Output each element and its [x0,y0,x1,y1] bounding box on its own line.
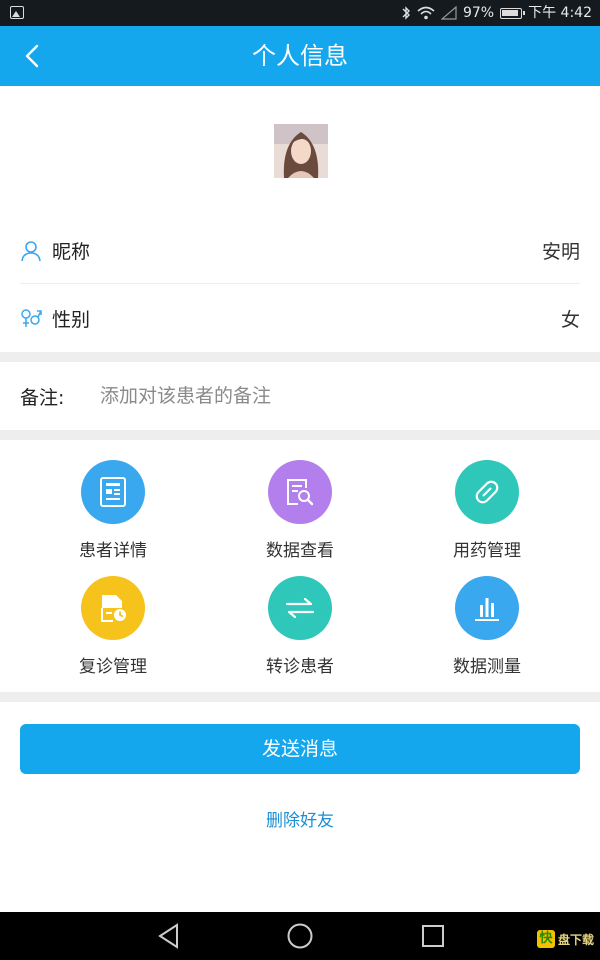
action-label: 患者详情 [79,541,147,561]
action-follow-up[interactable]: 复诊管理 [33,576,193,686]
pill-icon [475,480,499,504]
gender-icon [21,309,42,327]
nickname-row: 昵称 安明 [20,218,580,284]
gender-label: 性别 [52,308,91,331]
section-divider [0,352,600,362]
section-divider [0,692,600,702]
app-bar: 个人信息 [0,26,600,86]
watermark-badge: 快 [536,930,555,948]
gender-value: 女 [560,308,580,331]
document-icon [100,477,126,507]
section-divider [0,430,600,440]
action-measurement[interactable]: 数据测量 [407,576,567,686]
action-circle [268,576,332,640]
nickname-value: 安明 [541,241,580,263]
clock: 下午 4:42 [528,5,592,21]
transfer-arrows-icon [285,597,315,619]
nav-back-icon[interactable] [155,922,183,950]
action-circle [268,460,332,524]
bar-chart-icon [475,598,499,621]
bluetooth-icon [402,6,410,20]
nav-home-icon[interactable] [286,922,314,950]
action-label: 数据查看 [266,541,334,561]
delete-friend-link[interactable]: 删除好友 [0,806,600,831]
action-patient-details[interactable]: 患者详情 [33,460,193,570]
page-title: 个人信息 [252,42,348,70]
status-bar: 97% 下午 4:42 [0,0,600,26]
send-message-button[interactable]: 发送消息 [20,724,580,774]
remark-row: 备注: [0,362,600,430]
avatar-section [0,86,600,216]
action-medication[interactable]: 用药管理 [407,460,567,570]
watermark-text: 盘下载 [557,932,594,947]
avatar[interactable] [274,124,328,178]
file-clock-icon [101,595,126,622]
wifi-icon [417,6,435,20]
signal-icon [440,6,457,20]
action-circle [455,576,519,640]
user-icon [21,240,41,261]
action-circle [455,460,519,524]
system-nav-bar: 快 盘下载 [0,912,600,960]
search-document-icon [287,479,314,506]
battery-percent: 97% [462,5,495,21]
action-data-view[interactable]: 数据查看 [220,460,380,570]
gender-row: 性别 女 [20,285,580,351]
nav-recents-icon[interactable] [419,922,447,950]
battery-icon [500,7,526,19]
action-label: 用药管理 [453,541,521,561]
action-referral[interactable]: 转诊患者 [220,576,380,686]
remark-input[interactable] [100,385,560,407]
action-grid: 患者详情 数据查看 用药管理 复诊管理 转诊患者 数据测量 [0,440,600,692]
action-label: 转诊患者 [266,657,334,677]
action-label: 复诊管理 [79,657,147,677]
watermark-logo: 快 盘下载 [536,930,594,948]
gallery-notification-icon [10,6,24,19]
action-circle [81,576,145,640]
action-circle [81,460,145,524]
action-label: 数据测量 [453,657,521,677]
remark-label: 备注: [20,386,65,409]
nickname-label: 昵称 [52,241,91,263]
status-indicators: 97% 下午 4:42 [401,4,592,22]
